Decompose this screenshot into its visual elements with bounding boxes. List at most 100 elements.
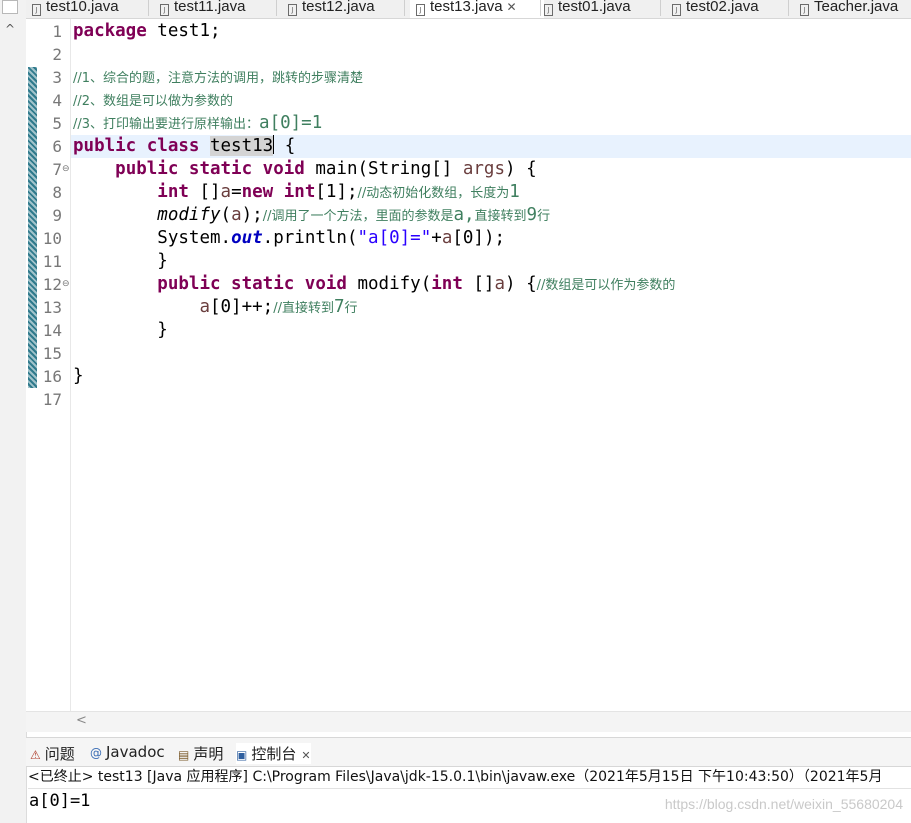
- comment: //1、综合的题，注意方法的调用，跳转的步骤清楚: [73, 71, 364, 86]
- tab-test01[interactable]: Jtest01.java: [544, 0, 631, 18]
- console-icon: ▣: [236, 748, 248, 762]
- java-file-icon: J: [544, 4, 553, 16]
- java-file-icon: J: [416, 4, 425, 16]
- code-line-1: package test1;: [73, 20, 221, 43]
- line-number: 13: [42, 298, 62, 317]
- tab-label: test13.java: [430, 0, 503, 15]
- comment: 7: [333, 297, 345, 317]
- tab-label: Javadoc: [106, 743, 165, 761]
- code-line-14: }: [73, 319, 168, 342]
- java-file-icon: J: [800, 4, 809, 16]
- comment: 行: [537, 209, 551, 224]
- close-view-icon[interactable]: ✕: [301, 749, 310, 762]
- tab-divider: [660, 0, 661, 16]
- bottom-view-tabs: ⚠ 问题 @ Javadoc ▤ 声明 ▣ 控制台 ✕: [26, 737, 911, 767]
- comment: 1: [509, 182, 520, 202]
- fold-toggle-icon[interactable]: ⊖: [62, 273, 70, 296]
- code-text: }: [157, 251, 168, 271]
- comment: 9: [526, 205, 538, 225]
- tab-problems[interactable]: ⚠ 问题: [30, 743, 75, 764]
- variable: a: [231, 205, 242, 225]
- code-text: }: [157, 320, 168, 340]
- line-number: 7: [52, 160, 62, 179]
- code-line-3: //1、综合的题，注意方法的调用，跳转的步骤清楚: [73, 66, 363, 89]
- tab-javadoc[interactable]: @ Javadoc: [90, 743, 165, 761]
- tab-label: Teacher.java: [814, 0, 899, 15]
- problems-icon: ⚠: [30, 748, 41, 762]
- tab-label: test12.java: [302, 0, 375, 15]
- tab-console[interactable]: ▣ 控制台 ✕: [236, 743, 311, 764]
- tab-divider: [404, 0, 405, 16]
- editor-tab-bar: Jtest10.java Jtest11.java Jtest12.java J…: [26, 0, 911, 19]
- parameter: a: [494, 274, 506, 294]
- line-number: 12: [42, 275, 62, 294]
- code-text: System.: [157, 228, 232, 248]
- declaration-icon: ▤: [178, 748, 190, 762]
- editor-horizontal-scrollbar[interactable]: <: [26, 711, 911, 732]
- console-process-label: <已终止> test13 [Java 应用程序] C:\Program File…: [28, 766, 911, 789]
- code-text: [0]++;: [209, 297, 274, 317]
- code-line-13: a[0]++;//直接转到7行: [73, 296, 358, 319]
- code-text: }: [73, 366, 84, 386]
- code-text: test1;: [146, 21, 221, 41]
- comment: //直接转到: [273, 301, 334, 316]
- tab-test02[interactable]: Jtest02.java: [672, 0, 759, 18]
- code-text: main(String[]: [304, 159, 463, 179]
- code-line-4: //2、数组是可以做为参数的: [73, 89, 233, 112]
- code-text: ) {: [505, 159, 537, 179]
- close-tab-icon[interactable]: ✕: [507, 0, 517, 14]
- variable: a: [199, 297, 210, 317]
- tab-divider: [276, 0, 277, 16]
- tab-label: 问题: [44, 745, 75, 763]
- code-line-7: public static void main(String[] args) {: [73, 158, 537, 181]
- tab-divider: [540, 0, 541, 16]
- scroll-up-icon[interactable]: ^: [5, 22, 15, 36]
- tab-declaration[interactable]: ▤ 声明: [178, 743, 223, 764]
- line-number: 1: [52, 22, 62, 41]
- code-text: []: [462, 274, 495, 294]
- change-ruler: [28, 67, 37, 388]
- code-line-16: }: [73, 365, 84, 388]
- line-number: 9: [52, 206, 62, 225]
- code-text: .println(: [262, 228, 358, 248]
- fold-toggle-icon[interactable]: ⊖: [62, 158, 70, 181]
- keyword: public static void: [157, 274, 347, 294]
- code-text: =: [231, 182, 242, 202]
- minimize-button[interactable]: [2, 0, 18, 14]
- java-file-icon: J: [32, 4, 41, 16]
- tab-teacher[interactable]: J Teacher.java: [800, 0, 898, 18]
- comment: //2、数组是可以做为参数的: [73, 94, 234, 109]
- code-line-5: //3、打印输出要进行原样输出：a[0]=1: [73, 112, 322, 135]
- line-number: 2: [52, 45, 62, 64]
- gutter-divider: [70, 19, 71, 711]
- tab-label: test02.java: [686, 0, 759, 15]
- code-text: {: [274, 136, 296, 156]
- line-number: 8: [52, 183, 62, 202]
- java-file-icon: J: [160, 4, 169, 16]
- code-text: modify(: [346, 274, 432, 294]
- tab-label: test01.java: [558, 0, 631, 15]
- string-literal: "a[0]=": [357, 228, 432, 248]
- variable: a: [220, 182, 232, 202]
- tab-test10[interactable]: Jtest10.java: [32, 0, 119, 18]
- line-number: 6: [52, 137, 62, 156]
- tab-label: test10.java: [46, 0, 119, 15]
- tab-test13[interactable]: Jtest13.java ✕: [410, 0, 544, 18]
- keyword: new int: [241, 182, 316, 202]
- javadoc-icon: @: [90, 746, 102, 760]
- keyword: public static void: [115, 159, 305, 179]
- left-panel-strip: ^: [0, 0, 27, 823]
- scroll-left-icon[interactable]: <: [76, 713, 87, 728]
- tab-divider: [148, 0, 149, 16]
- comment: 行: [344, 301, 358, 316]
- class-name-occurrence: test13: [209, 136, 274, 156]
- tab-divider: [788, 0, 789, 16]
- variable: a: [441, 228, 453, 248]
- tab-test11[interactable]: Jtest11.java: [160, 0, 245, 18]
- line-number: 15: [42, 344, 62, 363]
- comment: a,: [453, 205, 475, 225]
- method-call: modify: [157, 205, 221, 225]
- tab-label: test11.java: [174, 0, 246, 15]
- tab-test12[interactable]: Jtest12.java: [288, 0, 375, 18]
- console-output[interactable]: a[0]=1: [29, 789, 90, 813]
